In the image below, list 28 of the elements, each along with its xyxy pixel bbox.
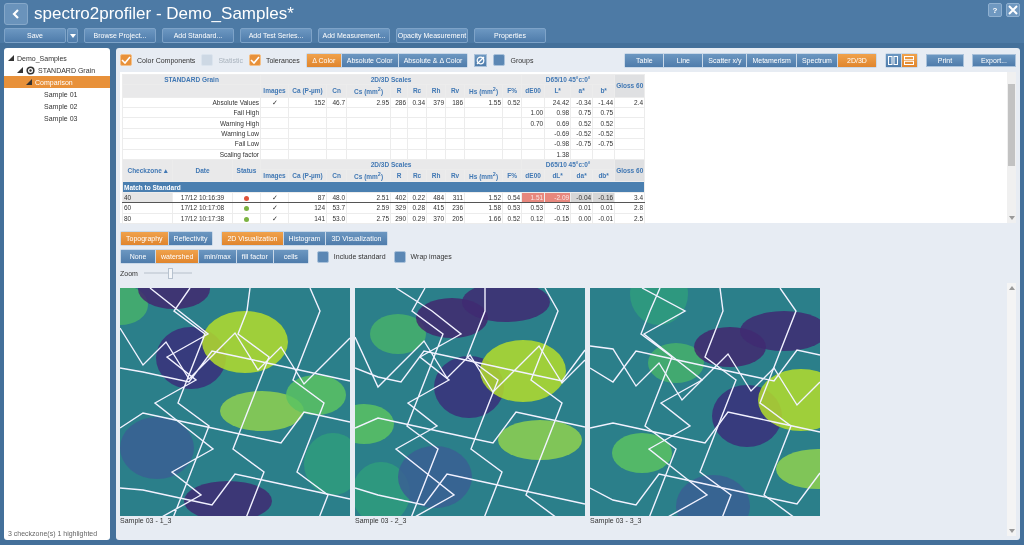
scroll-down-icon <box>1008 529 1015 533</box>
checkbox[interactable] <box>393 250 406 263</box>
checkmark-icon <box>249 56 260 64</box>
layout-button[interactable] <box>901 53 917 67</box>
checkbox[interactable] <box>248 54 261 66</box>
close-button[interactable] <box>1006 3 1020 17</box>
checkbox[interactable] <box>493 54 506 66</box>
scroll-down-icon <box>1008 216 1015 220</box>
window-title: spectro2profiler - Demo_Samples* <box>34 4 294 24</box>
help-button[interactable]: ? <box>988 3 1002 17</box>
caret-icon <box>69 33 76 38</box>
scrollbar[interactable] <box>1007 72 1016 223</box>
chevron-left-icon <box>11 8 21 20</box>
layout-button[interactable] <box>885 53 901 67</box>
dropdown-button[interactable] <box>67 28 78 43</box>
slider-thumb[interactable] <box>168 267 174 279</box>
columns-layout-icon <box>888 55 899 65</box>
scroll-up-icon <box>1008 286 1015 290</box>
target-icon <box>26 65 35 75</box>
checkbox[interactable] <box>120 54 132 66</box>
back-button[interactable] <box>4 3 28 25</box>
rows-layout-icon <box>904 55 915 65</box>
checkbox[interactable] <box>316 250 329 263</box>
scrollbar[interactable] <box>1007 283 1016 536</box>
empty-set-icon <box>476 55 486 65</box>
checkmark-icon <box>121 56 131 64</box>
empty-set-button[interactable] <box>474 53 488 67</box>
close-icon <box>1008 5 1018 15</box>
